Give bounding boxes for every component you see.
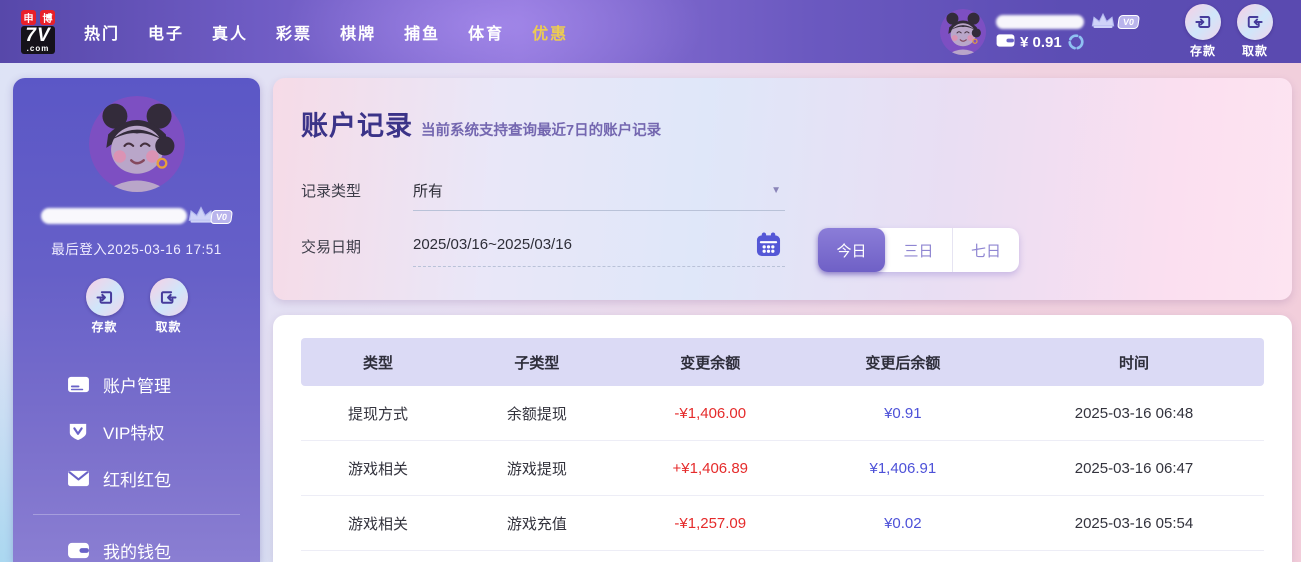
page: 申 博 7V .com 热门 电子 真人 彩票 棋牌 捕鱼 体育 优惠 V0 ¥… <box>0 0 1301 562</box>
cell-type: 提现方式 <box>348 405 409 423</box>
wallet-icon <box>66 541 90 560</box>
withdraw-icon <box>149 278 188 316</box>
deposit-icon <box>1185 4 1221 40</box>
date-range-buttons: 今日 三日 七日 <box>818 228 1019 272</box>
sidebar-withdraw-button[interactable]: 取款 <box>149 278 188 335</box>
username-masked <box>40 208 187 224</box>
last-login-text: 最后登入2025-03-16 17:51 <box>51 242 222 257</box>
vip-crown-icon <box>1090 12 1116 29</box>
balance-amount: ¥ 0.91 <box>1019 33 1062 51</box>
avatar[interactable] <box>939 8 986 55</box>
refresh-icon[interactable] <box>1067 33 1085 51</box>
date-range-label: 交易日期 <box>301 239 362 256</box>
sidebar-deposit-button[interactable]: 存款 <box>85 278 124 335</box>
logo-badge-2: 博 <box>40 9 55 25</box>
deposit-button[interactable]: 存款 <box>1185 4 1221 59</box>
sidebar-item-my-wallet[interactable]: 我的钱包 <box>13 527 260 562</box>
table-row: 提现方式 余额提现 -¥1,406.00 ¥0.91 2025-03-16 06… <box>301 386 1264 441</box>
logo-domain: .com <box>26 43 50 53</box>
cell-subtype: 余额提现 <box>506 405 567 423</box>
sidebar-item-label: 红利红包 <box>103 471 171 490</box>
records-table-panel: 类型 子类型 变更余额 变更后余额 时间 提现方式 余额提现 -¥1,406.0… <box>273 315 1292 562</box>
sidebar-item-bonus-redpacket[interactable]: 红利红包 <box>13 455 260 502</box>
main-content: 账户记录 当前系统支持查询最近7日的账户记录 记录类型 所有 ▼ 交易日期 20… <box>273 78 1292 562</box>
wallet-icon <box>996 33 1015 52</box>
col-header-subtype: 子类型 <box>514 354 560 372</box>
cell-change: -¥1,257.09 <box>674 514 747 532</box>
cell-balance: ¥0.02 <box>884 514 922 532</box>
avatar-image <box>939 8 986 55</box>
record-type-value: 所有 <box>413 183 444 200</box>
topbar: 申 博 7V .com 热门 电子 真人 彩票 棋牌 捕鱼 体育 优惠 V0 ¥… <box>0 0 1301 63</box>
col-header-balance-after: 变更后余额 <box>865 354 941 372</box>
nav-item-sports[interactable]: 体育 <box>468 20 504 44</box>
table-header-row: 类型 子类型 变更余额 变更后余额 时间 <box>301 338 1264 386</box>
cell-change: +¥1,406.89 <box>672 459 749 477</box>
vip-level-badge: V0 <box>210 210 233 224</box>
chevron-down-icon: ▼ <box>771 185 781 196</box>
sidebar-item-account-management[interactable]: 账户管理 <box>13 361 260 408</box>
cell-balance: ¥1,406.91 <box>869 459 937 477</box>
sidebar: V0 最后登入2025-03-16 17:51 存款 取款 账户管理 VIP特权… <box>13 78 260 562</box>
avatar-image <box>88 96 185 192</box>
page-title: 账户记录 <box>301 111 413 141</box>
logo-text: 7V <box>25 24 51 46</box>
nav-item-lottery[interactable]: 彩票 <box>276 20 312 44</box>
nav-item-hot[interactable]: 热门 <box>84 20 120 44</box>
col-header-time: 时间 <box>1118 354 1149 372</box>
nav-item-live[interactable]: 真人 <box>212 20 248 44</box>
cell-time: 2025-03-16 05:54 <box>1074 514 1194 532</box>
sidebar-item-vip-privileges[interactable]: VIP特权 <box>13 408 260 455</box>
records-filter-panel: 账户记录 当前系统支持查询最近7日的账户记录 记录类型 所有 ▼ 交易日期 20… <box>273 78 1292 300</box>
nav-item-cards[interactable]: 棋牌 <box>340 20 376 44</box>
cell-type: 游戏相关 <box>348 460 409 478</box>
sidebar-item-label: 账户管理 <box>103 377 171 396</box>
date-range-value: 2025/03/16~2025/03/16 <box>413 236 572 253</box>
site-logo[interactable]: 申 博 7V .com <box>10 9 66 54</box>
record-type-label: 记录类型 <box>301 183 362 200</box>
col-header-change: 变更余额 <box>680 354 741 372</box>
topbar-user-area: V0 ¥ 0.91 存款 取款 <box>939 4 1301 59</box>
range-button-today[interactable]: 今日 <box>818 228 885 272</box>
nav-item-fishing[interactable]: 捕鱼 <box>404 20 440 44</box>
table-row: 游戏相关 游戏充值 -¥1,257.09 ¥0.02 2025-03-16 05… <box>301 496 1264 551</box>
table-row: 游戏相关 游戏提现 +¥1,406.89 ¥1,406.91 2025-03-1… <box>301 441 1264 496</box>
username-masked <box>995 14 1084 29</box>
range-button-3days[interactable]: 三日 <box>885 228 952 272</box>
envelope-icon <box>66 469 90 488</box>
cell-subtype: 游戏提现 <box>506 460 567 478</box>
withdraw-icon <box>1237 4 1273 40</box>
page-subtitle: 当前系统支持查询最近7日的账户记录 <box>421 123 662 139</box>
card-icon <box>66 375 90 394</box>
record-type-select[interactable]: 所有 ▼ <box>413 180 785 211</box>
logo-badge-1: 申 <box>21 9 36 25</box>
sidebar-item-label: VIP特权 <box>103 424 165 443</box>
sidebar-divider <box>33 514 240 515</box>
withdraw-button[interactable]: 取款 <box>1237 4 1273 59</box>
range-button-7days[interactable]: 七日 <box>952 228 1019 272</box>
cell-time: 2025-03-16 06:48 <box>1074 404 1194 422</box>
cell-time: 2025-03-16 06:47 <box>1074 459 1194 477</box>
date-range-input[interactable]: 2025/03/16~2025/03/16 <box>413 232 785 267</box>
main-nav: 热门 电子 真人 彩票 棋牌 捕鱼 体育 优惠 <box>84 20 568 44</box>
nav-item-promos[interactable]: 优惠 <box>532 20 568 44</box>
cell-change: -¥1,406.00 <box>674 404 747 422</box>
vip-badge-icon <box>66 422 90 442</box>
calendar-icon[interactable] <box>756 232 781 257</box>
col-header-type: 类型 <box>363 354 394 372</box>
nav-item-slots[interactable]: 电子 <box>148 20 184 44</box>
cell-subtype: 游戏充值 <box>506 515 567 533</box>
cell-balance: ¥0.91 <box>884 404 922 422</box>
sidebar-avatar[interactable] <box>88 96 185 192</box>
deposit-icon <box>85 278 124 316</box>
cell-type: 游戏相关 <box>348 515 409 533</box>
vip-level-badge: V0 <box>1117 14 1140 29</box>
sidebar-menu: 账户管理 VIP特权 红利红包 我的钱包 <box>13 361 260 562</box>
sidebar-item-label: 我的钱包 <box>103 543 171 562</box>
